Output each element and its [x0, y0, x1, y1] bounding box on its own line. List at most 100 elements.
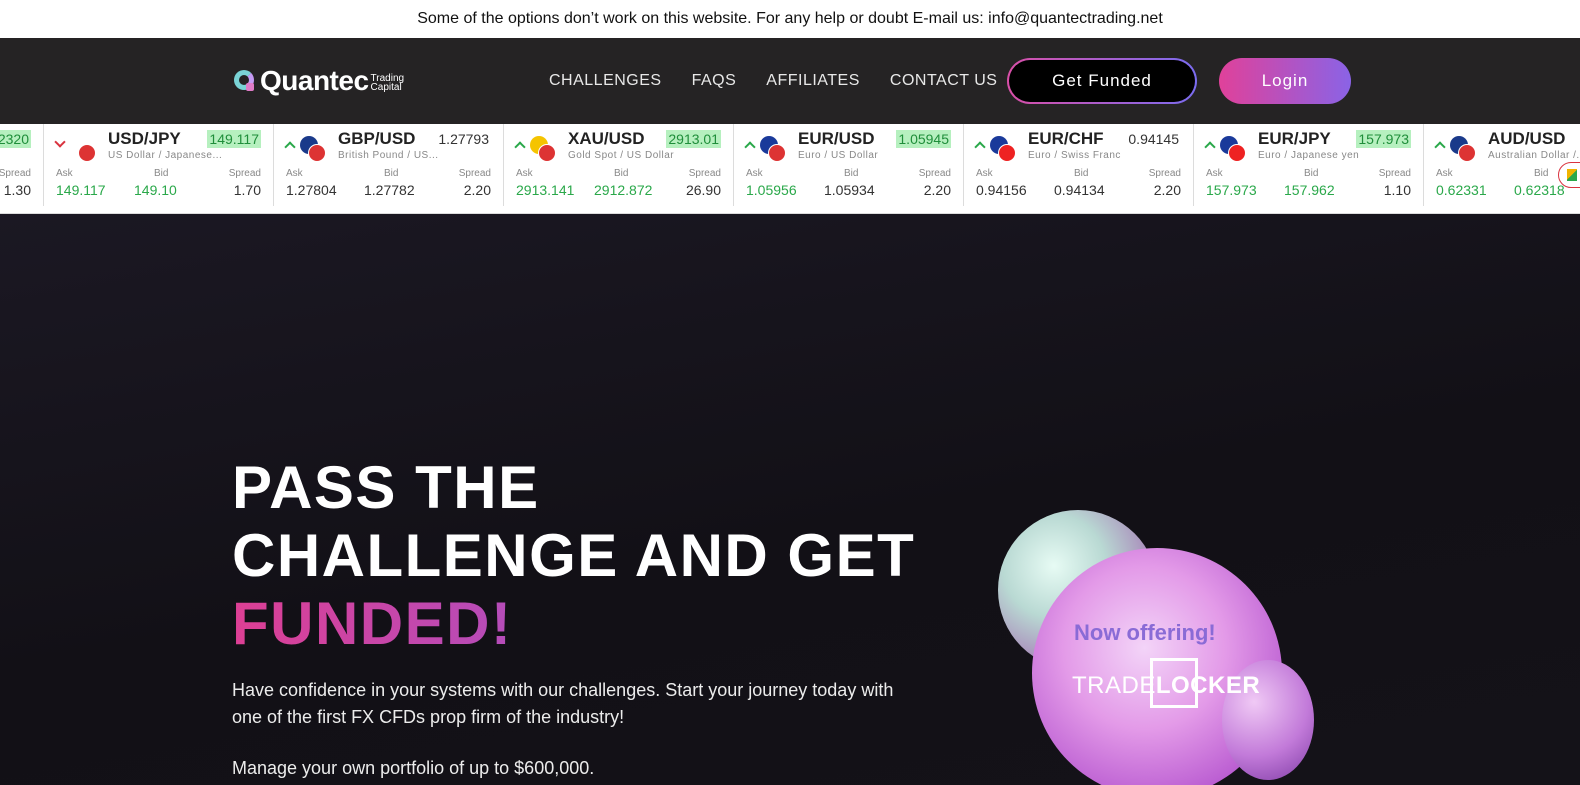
hero-title: PASS THE CHALLENGE AND GET FUNDED! [232, 454, 915, 658]
ticker-item[interactable]: 2320 Ask Bid Spread 1.30 [0, 124, 44, 206]
nav-faqs[interactable]: FAQS [692, 72, 737, 90]
ticker-item[interactable]: EUR/CHF Euro / Swiss Franc 0.94145 Ask B… [964, 124, 1194, 206]
tradelocker-trade: TRADE [1072, 672, 1156, 699]
ask-label: Ask [1436, 168, 1453, 179]
ticker-item[interactable]: USD/JPY US Dollar / Japanese... 149.117 … [44, 124, 274, 206]
currency-flag-icon [70, 136, 96, 162]
ticker-name: Australian Dollar /... [1488, 150, 1580, 161]
spread-label: Spread [688, 168, 721, 179]
ask-label: Ask [746, 168, 763, 179]
ticker-name: Euro / Swiss Franc [1028, 150, 1121, 161]
ticker-symbol: USD/JPY [108, 129, 181, 148]
ticker-price: 157.973 [1356, 130, 1411, 148]
hero-title-line-3: FUNDED! [232, 590, 915, 658]
price-ticker: 2320 Ask Bid Spread 1.30 USD/JPY US Doll… [0, 124, 1580, 214]
bid-value: 0.62318 [1514, 182, 1565, 198]
spread-label: Spread [918, 168, 951, 179]
spread-label: Spread [1378, 168, 1411, 179]
main-nav: CHALLENGES FAQS AFFILIATES CONTACT US [549, 38, 997, 124]
spread-value: 2.20 [923, 182, 951, 198]
bid-label: Bid [614, 168, 629, 179]
announcement-bar: Some of the options don’t work on this w… [0, 0, 1580, 38]
spread-value: 1.10 [1383, 182, 1411, 198]
arrow-up-icon [1434, 141, 1446, 153]
ticker-price: 2320 [0, 130, 31, 148]
ticker-row: 2320 Ask Bid Spread 1.30 USD/JPY US Doll… [0, 124, 1580, 206]
logo-sub: Trading Capital [370, 74, 405, 93]
ticker-price: 149.117 [207, 130, 261, 148]
ask-value: 0.62331 [1436, 182, 1487, 198]
ticker-price: 0.94145 [1128, 131, 1179, 147]
ticker-widget-icon[interactable] [1558, 162, 1580, 188]
arrow-up-icon [974, 141, 986, 153]
get-funded-button[interactable]: Get Funded [1007, 58, 1197, 104]
ticker-symbol: EUR/USD [798, 129, 875, 148]
arrow-up-icon [284, 141, 296, 153]
spread-label: Spread [1148, 168, 1181, 179]
hero-title-line-2: CHALLENGE AND GET [232, 522, 916, 589]
ask-label: Ask [56, 168, 73, 179]
nav-contact-us[interactable]: CONTACT US [890, 72, 998, 90]
bid-value: 1.27782 [364, 182, 415, 198]
ticker-symbol: GBP/USD [338, 129, 416, 148]
ask-value: 149.117 [56, 182, 106, 198]
ticker-symbol: EUR/CHF [1028, 129, 1104, 148]
spread-label: Spread [458, 168, 491, 179]
tradelocker-frame-icon [1150, 658, 1198, 708]
bid-value: 2912.872 [594, 182, 653, 198]
tradelocker-promo[interactable]: Now offering! TRADELOCKER [990, 510, 1330, 785]
currency-flag-icon [760, 136, 786, 162]
logo-name: Quantec [260, 65, 369, 96]
bid-label: Bid [1304, 168, 1319, 179]
ask-value: 1.05956 [746, 182, 797, 198]
bid-label: Bid [384, 168, 399, 179]
currency-flag-icon [530, 136, 556, 162]
ask-value: 157.973 [1206, 182, 1257, 198]
bid-label: Bid [1534, 168, 1549, 179]
bid-label: Bid [154, 168, 169, 179]
ask-label: Ask [976, 168, 993, 179]
login-button[interactable]: Login [1219, 58, 1351, 104]
currency-flag-icon [1220, 136, 1246, 162]
ticker-symbol: XAU/USD [568, 129, 645, 148]
bid-value: 0.94134 [1054, 182, 1105, 198]
spread-value: 1.70 [233, 182, 261, 198]
logo[interactable]: Quantec Trading Capital [232, 65, 404, 97]
ticker-item[interactable]: AUD/USD Australian Dollar /... Ask Bid S… [1424, 124, 1580, 206]
arrow-up-icon [744, 141, 756, 153]
ticker-name: British Pound / US... [338, 150, 439, 161]
ticker-item[interactable]: EUR/USD Euro / US Dollar 1.05945 Ask Bid… [734, 124, 964, 206]
now-offering-label: Now offering! [1074, 620, 1216, 645]
ticker-name: Euro / Japanese yen [1258, 150, 1360, 161]
ask-label: Ask [1206, 168, 1223, 179]
ticker-symbol: AUD/USD [1488, 129, 1566, 148]
announcement-text: Some of the options don’t work on this w… [417, 10, 1163, 27]
currency-flag-icon [300, 136, 326, 162]
nav-challenges[interactable]: CHALLENGES [549, 72, 662, 90]
site-header: Quantec Trading Capital CHALLENGES FAQS … [0, 38, 1580, 124]
nav-affiliates[interactable]: AFFILIATES [766, 72, 860, 90]
ticker-name: US Dollar / Japanese... [108, 150, 223, 161]
ticker-name: Euro / US Dollar [798, 150, 879, 161]
spread-value: 1.30 [3, 182, 31, 198]
hero-portfolio-text: Manage your own portfolio of up to $600,… [232, 758, 595, 778]
spread-label: Spread [0, 168, 31, 179]
spread-value: 2.20 [1153, 182, 1181, 198]
hero-description: Have confidence in your systems with our… [232, 680, 894, 727]
spread-value: 2.20 [463, 182, 491, 198]
ticker-item[interactable]: EUR/JPY Euro / Japanese yen 157.973 Ask … [1194, 124, 1424, 206]
currency-flag-icon [1450, 136, 1476, 162]
logo-mark-icon [232, 68, 258, 94]
bid-label: Bid [844, 168, 859, 179]
ticker-item[interactable]: XAU/USD Gold Spot / US Dollar 2913.01 As… [504, 124, 734, 206]
ticker-name: Gold Spot / US Dollar [568, 150, 675, 161]
ask-value: 2913.141 [516, 182, 575, 198]
logo-sub-2: Capital [370, 82, 402, 93]
ticker-item[interactable]: GBP/USD British Pound / US... 1.27793 As… [274, 124, 504, 206]
bid-value: 1.05934 [824, 182, 875, 198]
bid-value: 149.10 [134, 182, 177, 198]
arrow-up-icon [514, 141, 526, 153]
ask-label: Ask [516, 168, 533, 179]
ticker-price: 1.05945 [896, 130, 951, 148]
ask-value: 1.27804 [286, 182, 337, 198]
